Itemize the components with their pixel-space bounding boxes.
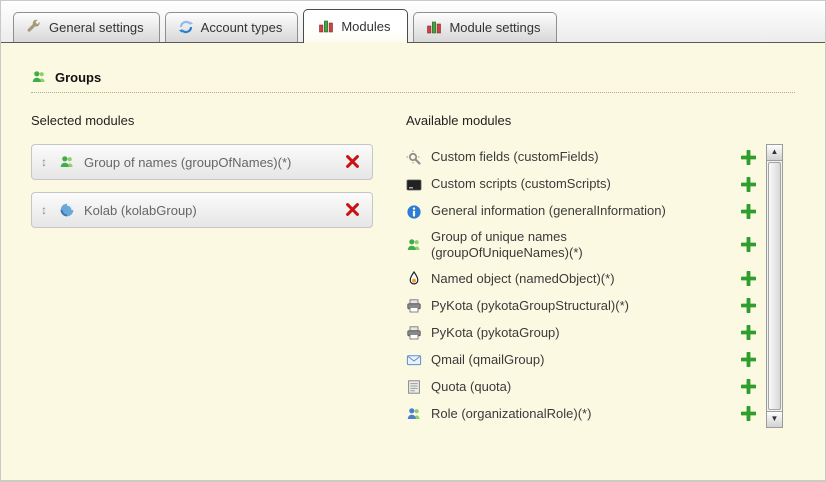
add-module-button[interactable] (740, 236, 758, 254)
available-module-label: PyKota (pykotaGroup) (431, 325, 703, 341)
available-module-quota: Quota (quota) (406, 374, 758, 401)
available-module-customScripts: Custom scripts (customScripts) (406, 171, 758, 198)
sort-handle-icon[interactable]: ↕ (38, 202, 50, 218)
selected-module-label: Kolab (kolabGroup) (84, 203, 335, 218)
add-module-button[interactable] (740, 203, 758, 221)
tab-label: Module settings (449, 20, 540, 35)
add-module-button[interactable] (740, 297, 758, 315)
tab-label: Modules (341, 19, 390, 34)
refresh-icon (178, 19, 194, 35)
add-module-button[interactable] (740, 176, 758, 194)
delete-icon (345, 154, 361, 170)
printer-icon (406, 298, 422, 314)
quota-icon (406, 379, 422, 395)
available-module-organizationalRole: Role (organizationalRole)(*) (406, 401, 758, 428)
available-module-label: Group of unique names (groupOfUniqueName… (431, 229, 703, 262)
modules-icon (318, 18, 334, 34)
add-module-button[interactable] (740, 378, 758, 396)
named-object-icon (406, 271, 422, 287)
available-module-label: Custom fields (customFields) (431, 149, 703, 165)
add-icon (741, 379, 757, 395)
tab-account-types[interactable]: Account types (165, 12, 299, 42)
module-settings-icon (426, 19, 442, 35)
kolab-icon (59, 202, 75, 218)
scrollbar-thumb[interactable] (768, 162, 781, 410)
available-module-label: General information (generalInformation) (431, 203, 703, 219)
tab-label: General settings (49, 20, 144, 35)
tab-module-settings[interactable]: Module settings (413, 12, 556, 42)
section-heading-groups: Groups (31, 69, 795, 93)
add-icon (741, 237, 757, 253)
custom-scripts-icon (406, 177, 422, 193)
modules-page: General settings Account types (0, 0, 826, 482)
available-module-label: Role (organizationalRole)(*) (431, 406, 703, 422)
selected-module-groupOfNames[interactable]: ↕ Group of names (groupOfNames)(*) (31, 144, 373, 180)
available-modules-scrollbar[interactable]: ▲ ▼ (766, 144, 783, 428)
available-module-label: Quota (quota) (431, 379, 703, 395)
available-module-customFields: Custom fields (customFields) (406, 144, 758, 171)
add-icon (741, 204, 757, 220)
available-modules-list: Custom fields (customFields) (406, 144, 758, 428)
available-module-label: Named object (namedObject)(*) (431, 271, 703, 287)
available-module-pykotaGroupStructural: PyKota (pykotaGroupStructural)(*) (406, 293, 758, 320)
tab-bar: General settings Account types (1, 1, 825, 43)
add-icon (741, 325, 757, 341)
modules-content: Groups Selected modules ↕ Gr (1, 43, 825, 481)
group-icon (406, 237, 422, 253)
add-icon (741, 150, 757, 166)
section-title: Groups (55, 70, 101, 85)
add-module-button[interactable] (740, 405, 758, 423)
delete-module-button[interactable] (344, 153, 362, 171)
available-module-pykotaGroup: PyKota (pykotaGroup) (406, 320, 758, 347)
add-module-button[interactable] (740, 324, 758, 342)
add-module-button[interactable] (740, 149, 758, 167)
scroll-up-button[interactable]: ▲ (767, 145, 782, 161)
selected-modules-column: Selected modules ↕ Group of names (group… (31, 113, 406, 428)
available-module-generalInformation: General information (generalInformation) (406, 198, 758, 225)
delete-module-button[interactable] (344, 201, 362, 219)
available-module-qmailGroup: Qmail (qmailGroup) (406, 347, 758, 374)
available-module-groupOfUniqueNames: Group of unique names (groupOfUniqueName… (406, 225, 758, 266)
custom-fields-icon (406, 150, 422, 166)
available-module-namedObject: Named object (namedObject)(*) (406, 266, 758, 293)
available-module-label: Qmail (qmailGroup) (431, 352, 703, 368)
mail-icon (406, 352, 422, 368)
selected-modules-heading: Selected modules (31, 113, 406, 128)
add-icon (741, 271, 757, 287)
info-icon (406, 204, 422, 220)
add-module-button[interactable] (740, 351, 758, 369)
sort-handle-icon[interactable]: ↕ (38, 154, 50, 170)
role-icon (406, 406, 422, 422)
group-icon (59, 154, 75, 170)
tab-general-settings[interactable]: General settings (13, 12, 160, 42)
add-icon (741, 177, 757, 193)
selected-module-kolabGroup[interactable]: ↕ Kolab (kolabGroup) (31, 192, 373, 228)
printer-icon (406, 325, 422, 341)
wrench-icon (26, 19, 42, 35)
add-icon (741, 298, 757, 314)
tab-label: Account types (201, 20, 283, 35)
add-icon (741, 406, 757, 422)
available-modules-column: Available modules Custom field (406, 113, 795, 428)
delete-icon (345, 202, 361, 218)
selected-module-label: Group of names (groupOfNames)(*) (84, 155, 335, 170)
available-module-label: PyKota (pykotaGroupStructural)(*) (431, 298, 703, 314)
add-icon (741, 352, 757, 368)
available-module-label: Custom scripts (customScripts) (431, 176, 703, 192)
add-module-button[interactable] (740, 270, 758, 288)
scroll-down-button[interactable]: ▼ (767, 411, 782, 427)
available-modules-heading: Available modules (406, 113, 795, 128)
groups-icon (31, 69, 47, 85)
tab-modules[interactable]: Modules (303, 9, 408, 43)
